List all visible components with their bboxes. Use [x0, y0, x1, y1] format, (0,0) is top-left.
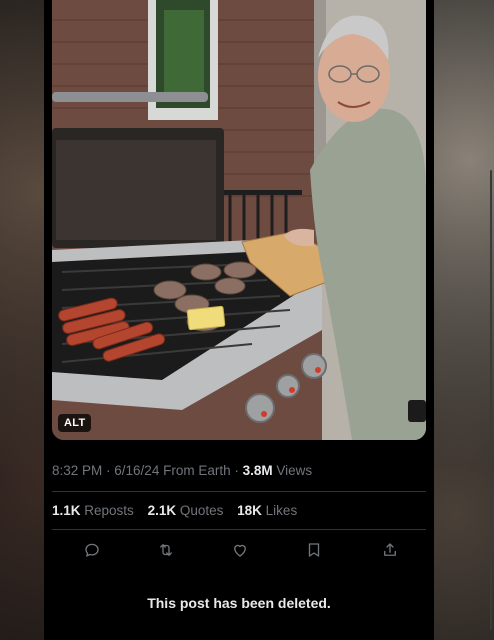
scrollbar[interactable]	[490, 170, 492, 630]
share-button[interactable]	[378, 538, 402, 562]
views-label: Views	[272, 463, 313, 478]
divider	[52, 529, 426, 530]
likes-label: Likes	[261, 503, 298, 518]
post-metadata: 8:32 PM · 6/16/24 From Earth · 3.8M View…	[52, 463, 312, 478]
heart-icon	[234, 544, 246, 557]
reposts-count: 1.1K	[52, 503, 81, 518]
repost-icon	[160, 544, 172, 556]
quotes-label: Quotes	[176, 503, 224, 518]
quotes-stat[interactable]: 2.1K Quotes	[148, 503, 224, 518]
alt-text-badge[interactable]: ALT	[58, 414, 92, 432]
share-icon	[384, 543, 396, 556]
likes-count: 18K	[237, 503, 262, 518]
likes-stat[interactable]: 18K Likes	[237, 503, 297, 518]
post-source: From Earth	[159, 463, 231, 478]
meta-separator: ·	[102, 463, 115, 478]
repost-button[interactable]	[154, 538, 178, 562]
quotes-count: 2.1K	[147, 503, 177, 518]
divider	[52, 491, 426, 492]
meta-separator: ·	[230, 463, 243, 478]
post-date: 6/16/24	[114, 463, 160, 478]
reply-button[interactable]	[80, 538, 104, 562]
reply-icon	[85, 543, 99, 557]
reposts-stat[interactable]: 1.1K Reposts	[52, 503, 134, 518]
views-count: 3.8M	[242, 463, 273, 478]
bookmark-icon	[308, 543, 320, 557]
post-photo[interactable]: ALT	[52, 0, 426, 440]
post-time: 8:32 PM	[52, 463, 103, 478]
post-card: ALT 8:32 PM · 6/16/24 From Earth · 3.8M …	[44, 0, 434, 640]
deleted-notice: This post has been deleted.	[147, 595, 331, 611]
action-bar	[52, 536, 426, 564]
bookmark-button[interactable]	[302, 538, 326, 562]
grill-scene-illustration	[52, 0, 426, 440]
like-button[interactable]	[228, 538, 252, 562]
reposts-label: Reposts	[80, 503, 134, 518]
engagement-stats: 1.1K Reposts 2.1K Quotes 18K Likes	[52, 503, 307, 518]
